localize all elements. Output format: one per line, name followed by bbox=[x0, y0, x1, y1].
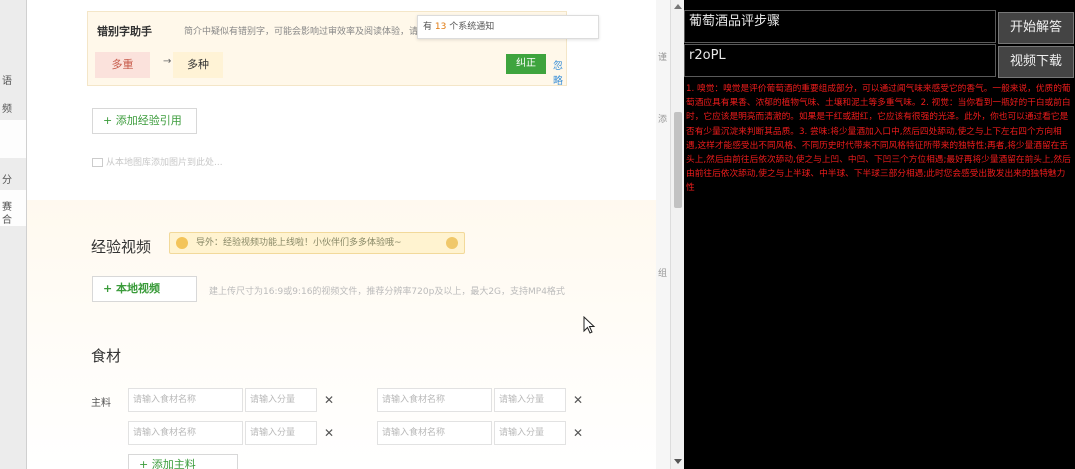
answer-text: 1. 嗅觉：嗅觉是评价葡萄酒的重要组成部分，可以通过闻气味来感受它的香气。一般来… bbox=[686, 84, 1071, 194]
typo-helper-title: 错别字助手 bbox=[97, 25, 152, 38]
video-section-title: 经验视频 bbox=[91, 238, 152, 256]
scroll-down-arrow-icon[interactable] bbox=[674, 459, 682, 464]
ingredient-amount-input[interactable]: 请输入分量 bbox=[245, 388, 317, 412]
video-tip-text: 导外：经验视频功能上线啦！小伙伴们多多体验哦~ bbox=[196, 238, 402, 248]
video-tip-banner: 导外：经验视频功能上线啦！小伙伴们多多体验哦~ bbox=[169, 232, 465, 254]
screen: 语 频 分 赛 合 错别字助手 简介中疑似有错别字，可能会影响过审效率及阅读体验… bbox=[0, 0, 1075, 469]
code-input[interactable]: r2oPL bbox=[684, 44, 996, 77]
left-sidebar-selected-item[interactable] bbox=[0, 120, 26, 158]
ingredient-name-input[interactable]: 请输入食材名称 bbox=[377, 388, 492, 412]
system-notification-popup[interactable]: 有 13 个系统通知 bbox=[417, 15, 599, 39]
ingredient-amount-input[interactable]: 请输入分量 bbox=[245, 421, 317, 445]
mouse-cursor-icon bbox=[583, 316, 596, 334]
fix-typo-button[interactable]: 纠正 bbox=[506, 54, 546, 74]
ingredient-name-input[interactable]: 请输入食材名称 bbox=[377, 421, 492, 445]
notification-prefix: 有 bbox=[423, 22, 433, 32]
typo-helper-description: 简介中疑似有错别字，可能会影响过审效率及阅读体验，请及时 bbox=[184, 27, 437, 37]
start-answer-button[interactable]: 开始解答 bbox=[998, 12, 1074, 44]
local-video-button[interactable]: + 本地视频 bbox=[92, 276, 197, 302]
left-sidebar-char: 语 bbox=[2, 76, 12, 87]
ingredient-name-input[interactable]: 请输入食材名称 bbox=[128, 388, 243, 412]
edge-char: 添 bbox=[658, 115, 668, 125]
ingredient-amount-input[interactable]: 请输入分量 bbox=[494, 421, 566, 445]
remove-icon[interactable]: ✕ bbox=[573, 426, 583, 440]
ignore-typo-link[interactable]: 忽略 bbox=[553, 57, 566, 87]
left-sidebar-strip: 语 频 分 赛 合 bbox=[0, 0, 27, 469]
scroll-up-arrow-icon[interactable] bbox=[674, 4, 682, 9]
ingredient-name-input[interactable]: 请输入食材名称 bbox=[128, 421, 243, 445]
remove-icon[interactable]: ✕ bbox=[324, 426, 334, 440]
video-download-button[interactable]: 视频下载 bbox=[998, 46, 1074, 78]
add-reference-button[interactable]: + 添加经验引用 bbox=[92, 108, 197, 134]
answer-tool-panel: 葡萄酒品评步骤 开始解答 r2oPL 视频下载 1. 嗅觉：嗅觉是评价葡萄酒的重… bbox=[684, 0, 1075, 469]
vertical-scrollbar[interactable] bbox=[670, 0, 684, 469]
typo-wrong-word[interactable]: 多重 bbox=[95, 52, 150, 78]
edge-char: 谨 bbox=[658, 53, 668, 63]
remove-icon[interactable]: ✕ bbox=[573, 393, 583, 407]
upload-image-hint: 从本地图库添加图片到此处... bbox=[92, 155, 223, 168]
edge-char: 组 bbox=[658, 269, 668, 279]
close-tip-icon[interactable] bbox=[446, 237, 458, 249]
left-sidebar-char: 合 bbox=[2, 215, 12, 226]
ingredient-amount-input[interactable]: 请输入分量 bbox=[494, 388, 566, 412]
left-sidebar-char: 分 bbox=[2, 175, 12, 186]
typo-correct-word: 多种 bbox=[173, 52, 223, 78]
editor-page: 错别字助手 简介中疑似有错别字，可能会影响过审效率及阅读体验，请及时 多重 → … bbox=[27, 0, 677, 469]
main-ingredient-label: 主料 bbox=[91, 398, 111, 409]
question-input[interactable]: 葡萄酒品评步骤 bbox=[684, 10, 996, 43]
left-sidebar-char: 频 bbox=[2, 104, 12, 115]
remove-icon[interactable]: ✕ bbox=[324, 393, 334, 407]
scrollbar-thumb[interactable] bbox=[674, 112, 682, 208]
smile-icon bbox=[176, 237, 188, 249]
arrow-right-icon: → bbox=[163, 56, 172, 67]
notification-count: 13 bbox=[434, 22, 447, 32]
notification-suffix: 个系统通知 bbox=[449, 22, 495, 32]
ingredients-title: 食材 bbox=[91, 347, 122, 365]
add-main-ingredient-button[interactable]: + 添加主料 bbox=[128, 454, 238, 469]
page-edge-column: 谨 添 组 bbox=[656, 0, 670, 469]
upload-hint-text: 从本地图库添加图片到此处... bbox=[106, 158, 223, 168]
image-icon bbox=[92, 158, 103, 167]
video-upload-hint: 建上传尺寸为16:9或9:16的视频文件，推荐分辨率720p及以上，最大2G，支… bbox=[209, 287, 565, 297]
